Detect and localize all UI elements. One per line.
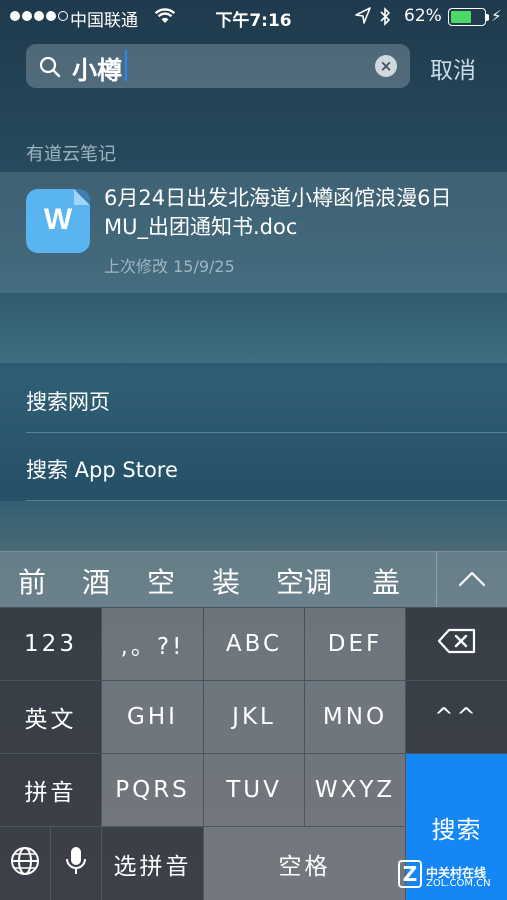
space-key[interactable]: 空格 [204,827,405,900]
key-select-pinyin[interactable]: 选拼音 [102,827,203,900]
status-bar: 中国联通 下午7:16 62% ⚡ [0,0,507,34]
candidate-word[interactable]: 装 [212,561,240,601]
result-title: 6月24日出发北海道小樽函馆浪漫6日MU_出团通知书.doc [104,186,452,239]
candidate-word[interactable]: 盖 [372,561,400,601]
key-numbers[interactable]: 123 [0,608,101,680]
key-abc[interactable]: ABC [204,608,304,680]
key-punctuation[interactable]: ,。?! [102,608,203,680]
search-input[interactable]: 小樽 [72,51,122,87]
candidate-word[interactable]: 前 [18,561,46,601]
divider [436,551,437,607]
key-emoticon[interactable]: ^^ [406,681,507,753]
section-title: 有道云笔记 [26,144,116,165]
search-icon [38,55,62,79]
candidate-word[interactable]: 空调 [276,561,332,601]
backspace-icon [437,628,477,660]
key-jkl[interactable]: JKL [204,681,304,753]
key-mno[interactable]: MNO [305,681,405,753]
key-wxyz[interactable]: WXYZ [305,754,405,826]
battery-icon [448,8,486,26]
globe-icon [10,846,40,882]
search-app-store-item[interactable]: 搜索 App Store [26,454,178,484]
key-ghi[interactable]: GHI [102,681,203,753]
candidate-bar [0,551,507,607]
charging-bolt-icon: ⚡ [491,7,502,25]
result-modified-date: 上次修改 15/9/25 [104,257,235,276]
zol-logo-icon: Z [398,860,422,888]
clear-icon[interactable]: × [375,55,397,77]
key-tuv[interactable]: TUV [204,754,304,826]
doc-icon-letter: W [43,203,73,236]
watermark-brand-en: ZOL.COM.CN [426,878,491,889]
bluetooth-icon [379,7,391,31]
search-web-item[interactable]: 搜索网页 [26,386,110,416]
divider [26,432,507,433]
location-arrow-icon [355,7,371,30]
candidate-word[interactable]: 酒 [82,561,110,601]
key-english[interactable]: 英文 [0,681,101,753]
microphone-icon [65,845,87,883]
battery-percent: 62% [404,6,442,26]
text-caret [125,50,127,81]
mic-key[interactable] [51,827,101,900]
divider [26,500,507,501]
delete-key[interactable] [406,608,507,680]
battery-tip [486,14,489,21]
candidate-word[interactable]: 空 [147,561,175,601]
battery-fill [451,11,471,23]
key-pqrs[interactable]: PQRS [102,754,203,826]
cancel-button[interactable]: 取消 [430,51,476,85]
key-def[interactable]: DEF [305,608,405,680]
chevron-up-icon[interactable] [456,565,488,591]
globe-key[interactable] [0,827,50,900]
key-pinyin[interactable]: 拼音 [0,754,101,826]
word-document-icon: W [26,189,90,253]
